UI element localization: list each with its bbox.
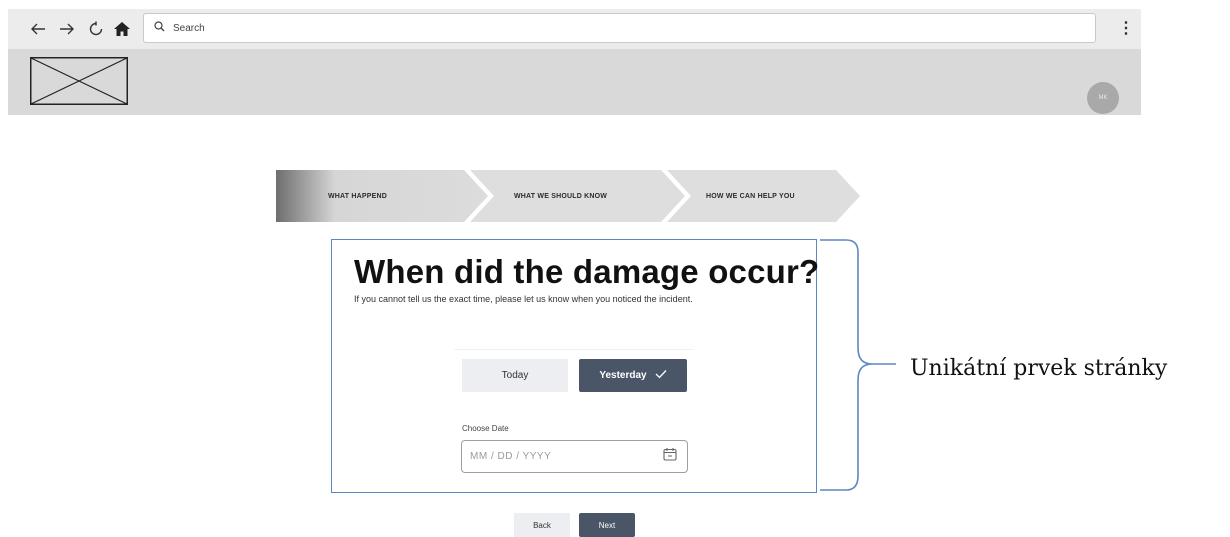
choose-date-label: Choose Date <box>462 424 509 433</box>
calendar-icon[interactable] <box>663 447 677 466</box>
step-what-we-should-know[interactable]: WHAT WE SHOULD KNOW <box>514 170 607 222</box>
date-placeholder: MM / DD / YYYY <box>470 451 552 462</box>
step-how-we-can-help[interactable]: HOW WE CAN HELP YOU <box>706 170 795 222</box>
logo-placeholder <box>30 57 128 105</box>
avatar-initials: MK <box>1098 95 1108 101</box>
app-header <box>8 49 1141 115</box>
yesterday-label: Yesterday <box>599 370 647 381</box>
search-input[interactable]: Search <box>143 13 1096 43</box>
search-placeholder: Search <box>173 22 205 34</box>
reload-icon[interactable] <box>86 18 106 40</box>
kebab-menu-icon[interactable]: ⋮ <box>1116 14 1136 42</box>
today-button[interactable]: Today <box>462 359 568 392</box>
avatar[interactable]: MK <box>1087 82 1119 114</box>
divider <box>454 349 694 350</box>
home-icon[interactable] <box>112 18 132 40</box>
next-button[interactable]: Next <box>579 513 635 537</box>
back-button[interactable]: Back <box>514 513 570 537</box>
arrow-left-icon[interactable] <box>28 18 48 40</box>
yesterday-button[interactable]: Yesterday <box>579 359 687 392</box>
step-what-happened[interactable]: WHAT HAPPEND <box>328 170 387 222</box>
arrow-right-icon[interactable] <box>57 18 77 40</box>
progress-stepper: WHAT HAPPEND WHAT WE SHOULD KNOW HOW WE … <box>276 170 860 222</box>
annotation-label: Unikátní prvek stránky <box>910 356 1168 381</box>
page-subtitle: If you cannot tell us the exact time, pl… <box>354 294 693 304</box>
date-field[interactable]: MM / DD / YYYY <box>461 440 688 473</box>
checkmark-icon <box>655 369 667 382</box>
page-title: When did the damage occur? <box>354 253 820 290</box>
curly-brace <box>820 239 896 491</box>
search-icon <box>154 19 165 37</box>
